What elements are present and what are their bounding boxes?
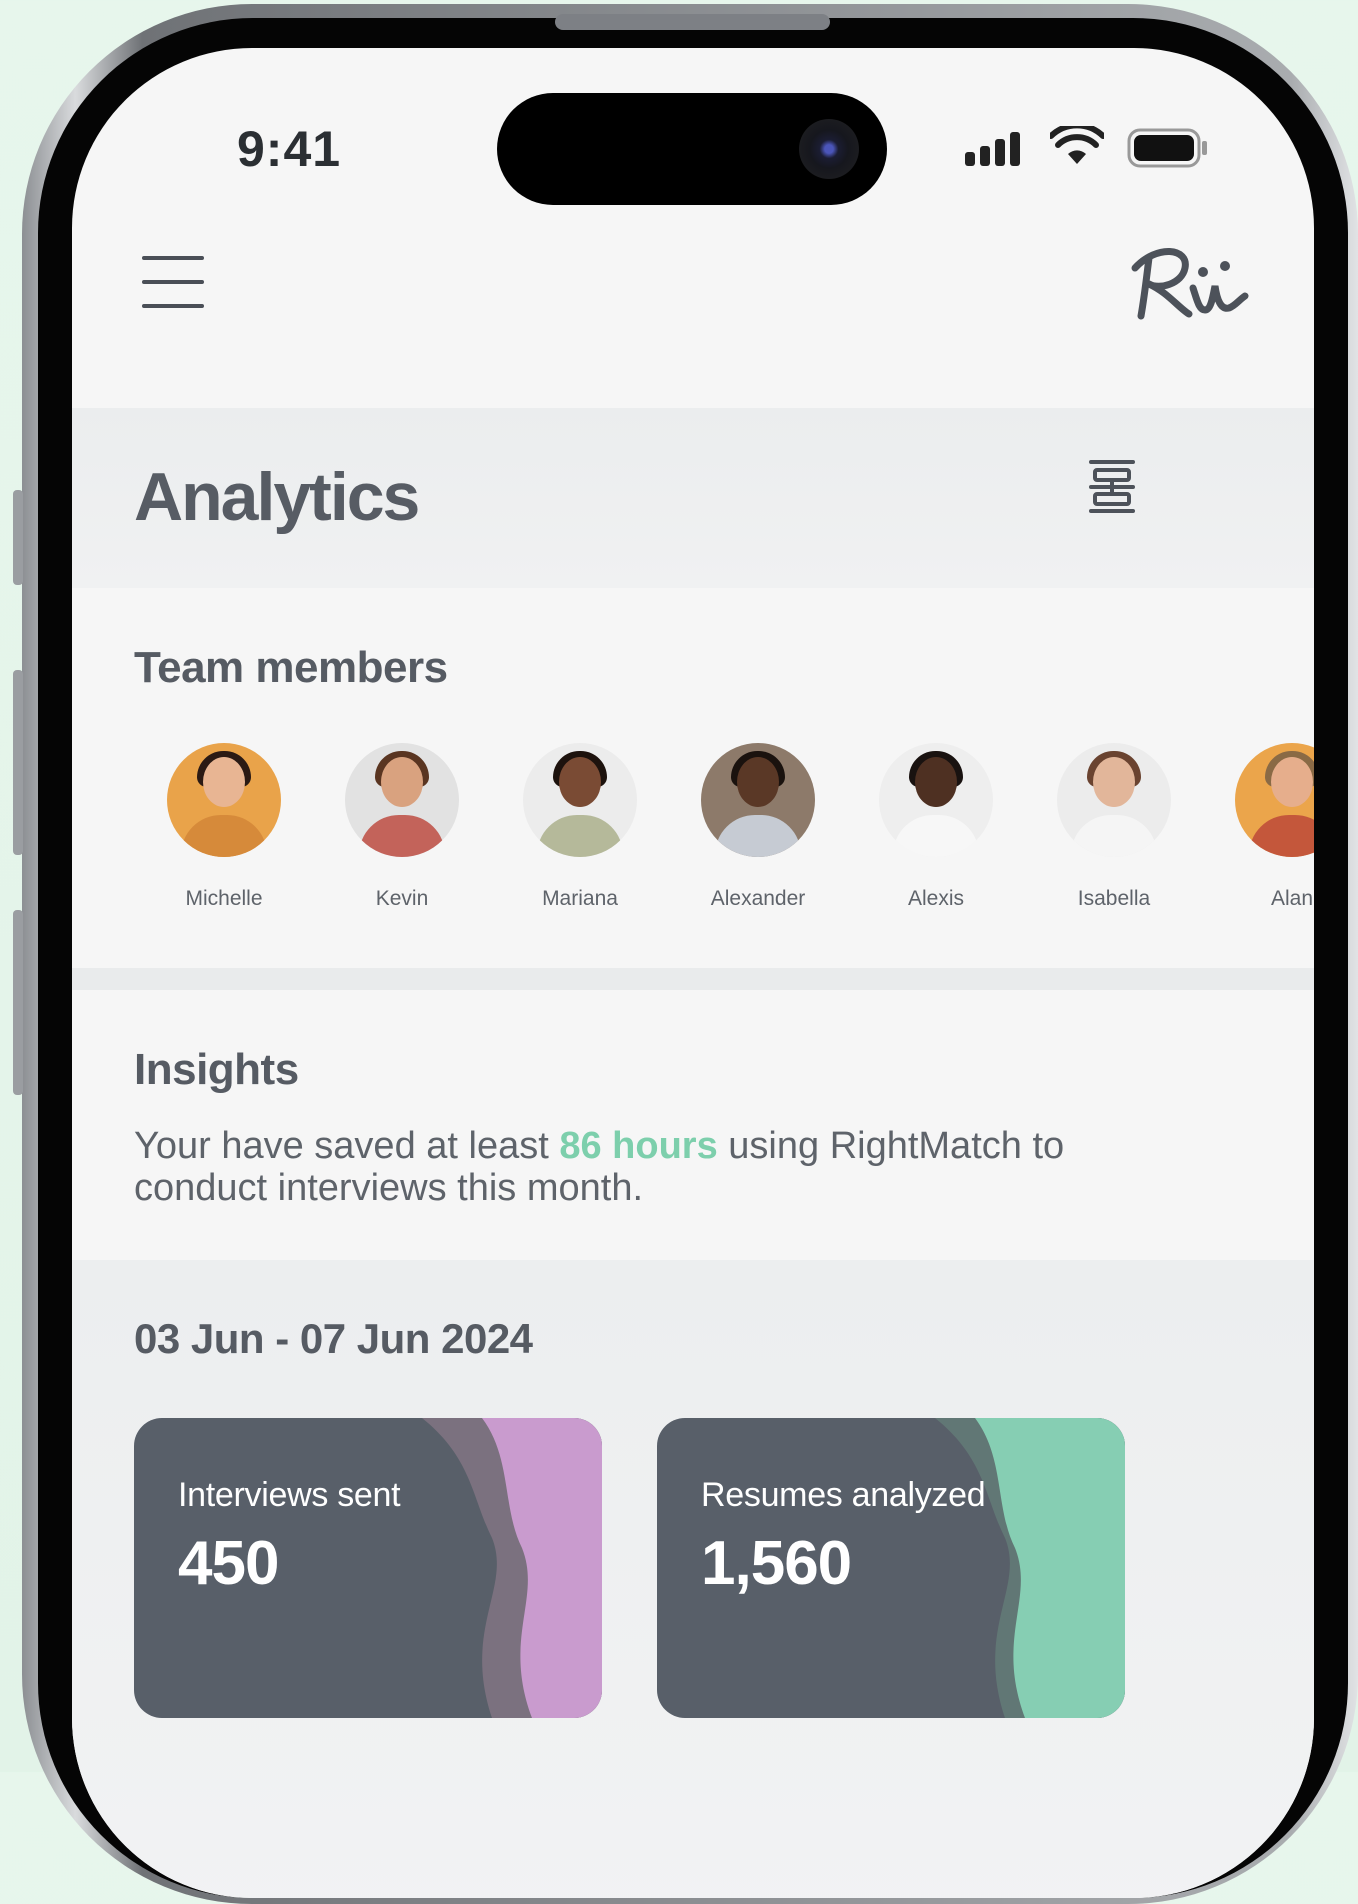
team-member[interactable]: Isabella: [1034, 743, 1194, 911]
stat-card-resumes[interactable]: Resumes analyzed 1,560: [657, 1418, 1125, 1718]
avatar-body: [537, 815, 623, 857]
team-member[interactable]: Alan: [1212, 743, 1314, 911]
team-member[interactable]: Alexander: [678, 743, 838, 911]
phone-side-button: [13, 670, 23, 855]
team-member-name: Kevin: [375, 887, 429, 910]
stat-card-interviews[interactable]: Interviews sent 450: [134, 1418, 602, 1718]
dynamic-island: [497, 93, 887, 205]
page-title: Analytics: [134, 459, 420, 535]
avatar-face: [1271, 757, 1313, 807]
camera-icon: [799, 119, 859, 179]
insights-text: Your have saved at least 86 hours using …: [134, 1125, 1134, 1209]
team-member-name: Mariana: [542, 887, 618, 910]
team-member-name: Alexis: [907, 887, 965, 910]
analytics-header: Analytics: [72, 408, 1314, 588]
avatar[interactable]: [167, 743, 281, 857]
stat-value: 1,560: [701, 1529, 852, 1598]
avatar-face: [203, 757, 245, 807]
avatar-face: [915, 757, 957, 807]
avatar-body: [715, 815, 801, 857]
team-member-name: Michelle: [185, 887, 263, 910]
signal-icon: [965, 132, 1020, 166]
avatar[interactable]: [1057, 743, 1171, 857]
stat-label: Resumes analyzed: [701, 1476, 986, 1514]
app-logo[interactable]: [1127, 238, 1257, 328]
avatar-body: [359, 815, 445, 857]
avatar-body: [181, 815, 267, 857]
avatar[interactable]: [345, 743, 459, 857]
avatar[interactable]: [701, 743, 815, 857]
phone-side-button: [13, 910, 23, 1095]
hamburger-menu-icon[interactable]: [142, 256, 204, 312]
stat-value: 450: [178, 1529, 279, 1598]
team-member[interactable]: Alexis: [856, 743, 1016, 911]
team-member-name: Alan: [1270, 887, 1314, 910]
team-member-name: Isabella: [1077, 887, 1151, 910]
avatar-face: [559, 757, 601, 807]
stats-section: 03 Jun - 07 Jun 2024 Interviews sent 450…: [72, 1260, 1314, 1898]
section-divider: [72, 968, 1314, 990]
wave-decoration: [422, 1418, 602, 1718]
team-member-name: Alexander: [710, 887, 806, 910]
avatar[interactable]: [523, 743, 637, 857]
battery-icon: [1127, 128, 1207, 168]
team-members-section: Team members Michelle Kevin Mariana Alexand…: [72, 588, 1314, 968]
avatar-body: [1071, 815, 1157, 857]
stat-label: Interviews sent: [178, 1476, 401, 1514]
status-time: 9:41: [237, 121, 342, 177]
insights-highlight: 86 hours: [559, 1125, 718, 1167]
phone-side-button: [13, 490, 23, 585]
avatar-body: [1249, 815, 1314, 857]
avatar-face: [381, 757, 423, 807]
filter-icon[interactable]: [1087, 458, 1137, 514]
wave-decoration: [935, 1418, 1125, 1718]
team-member[interactable]: Kevin: [322, 743, 482, 911]
avatar-body: [893, 815, 979, 857]
avatar[interactable]: [879, 743, 993, 857]
wifi-icon: [1050, 126, 1104, 164]
avatar-face: [1093, 757, 1135, 807]
insights-title: Insights: [134, 1045, 299, 1094]
avatar[interactable]: [1235, 743, 1314, 857]
insights-text-before: Your have saved at least: [134, 1125, 560, 1167]
team-member[interactable]: Michelle: [144, 743, 304, 911]
insights-section: Insights Your have saved at least 86 hou…: [72, 990, 1314, 1260]
avatar-face: [737, 757, 779, 807]
team-avatar-list[interactable]: Michelle Kevin Mariana Alexander Alexis Isabe…: [72, 743, 1314, 943]
phone-speaker-grille: [555, 14, 830, 30]
team-members-title: Team members: [134, 643, 448, 692]
date-range[interactable]: 03 Jun - 07 Jun 2024: [134, 1315, 533, 1363]
team-member[interactable]: Mariana: [500, 743, 660, 911]
phone-screen: 9:41 Analytics Team members Michelle Kev…: [72, 48, 1314, 1898]
